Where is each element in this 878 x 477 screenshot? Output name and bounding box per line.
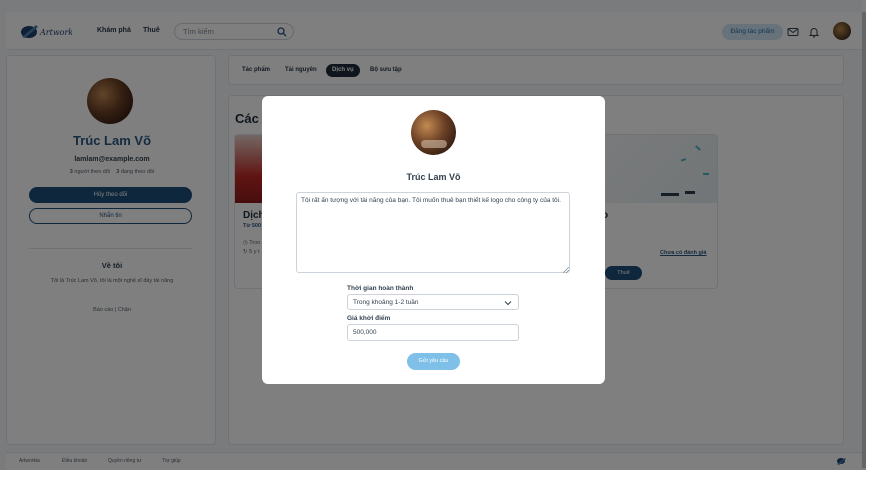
price-input[interactable]: 500,000 [347,324,519,341]
price-label: Giá khởi điểm [347,315,391,322]
hire-request-modal: Trúc Lam Võ Tôi rất ấn tượng với tài năn… [262,96,605,384]
deadline-label: Thời gian hoàn thành [347,285,414,292]
message-textarea[interactable]: Tôi rất ấn tượng với tài năng của bạn. T… [296,192,570,273]
send-request-button[interactable]: Gửi yêu cầu [407,353,460,370]
resize-handle-icon[interactable] [563,267,569,273]
deadline-value: Trong khoảng 1-2 tuần [353,299,419,306]
deadline-select[interactable]: Trong khoảng 1-2 tuần [347,294,519,310]
artist-avatar [411,110,456,155]
artist-name: Trúc Lam Võ [406,172,461,182]
price-value: 500,000 [353,329,377,336]
chevron-down-icon [504,301,512,306]
